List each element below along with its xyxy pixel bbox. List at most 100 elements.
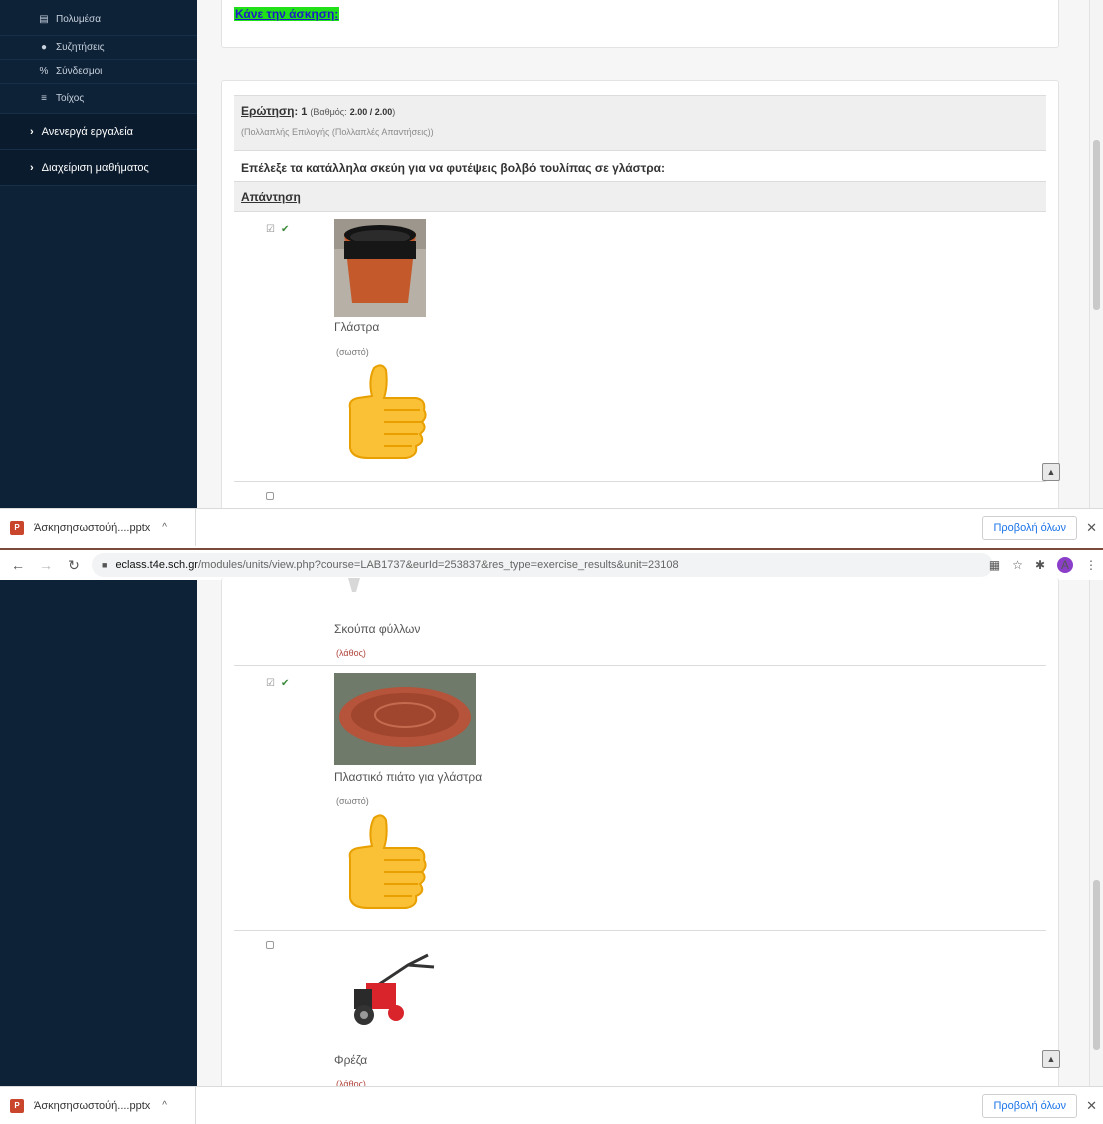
option-marks [266, 492, 274, 503]
answer-header: Απάντηση [234, 181, 1046, 212]
grade-value: 2.00 / 2.00 [349, 107, 393, 117]
extensions-icon[interactable]: ✱ [1035, 558, 1045, 572]
question-title: Ερώτηση: 1 (Βαθμός: 2.00 / 2.00) [241, 104, 396, 118]
check-icon: ✔ [280, 678, 290, 689]
sidebar [0, 580, 197, 1086]
option-marks [266, 941, 274, 952]
forward-arrow-icon[interactable]: → [36, 557, 56, 573]
list-icon: ≡ [41, 93, 47, 104]
lock-icon: ■ [102, 560, 108, 570]
grid-icon[interactable]: ▦ [989, 558, 1000, 572]
url-path: /modules/units/view.php?course=LAB1737&e… [197, 559, 679, 571]
comments-icon: ● [40, 42, 48, 53]
download-item[interactable]: P Άσκησησωστούή....pptx ^ [0, 509, 196, 546]
list-item: ☑ ✔ Γλάστρα (σωστό) [234, 212, 1046, 482]
flower-pot-image [334, 219, 426, 317]
chevron-up-icon[interactable]: ^ [162, 1100, 167, 1111]
scroll-to-top-button[interactable]: ▲ [1042, 1050, 1060, 1068]
show-all-button[interactable]: Προβολή όλων [982, 1093, 1077, 1118]
tiller-image [354, 953, 435, 1025]
checkbox-icon[interactable] [266, 941, 274, 949]
powerpoint-file-icon: P [10, 1098, 24, 1113]
question-label: Ερώτηση [241, 104, 295, 118]
checkbox-icon[interactable] [266, 492, 274, 500]
reload-icon[interactable]: ↻ [64, 557, 84, 574]
address-bar[interactable]: ■ eclass.t4e.sch.gr/modules/units/view.p… [92, 553, 993, 577]
chevron-up-icon[interactable]: ^ [162, 522, 167, 533]
option-result: (σωστό) [336, 796, 369, 806]
sidebar-section-label: Ανενεργά εργαλεία [41, 125, 134, 138]
option-result: (λάθος) [336, 648, 366, 658]
close-icon[interactable]: ✕ [1086, 520, 1097, 536]
sidebar-section-inactive-tools[interactable]: › Ανενεργά εργαλεία [0, 114, 197, 150]
sidebar-item-label: Πολυμέσα [56, 14, 101, 25]
sidebar-item-multimedia[interactable]: ▤ Πολυμέσα [0, 0, 197, 36]
checked-checkbox-icon: ☑ [266, 224, 275, 235]
plastic-plate-image [334, 673, 476, 765]
list-item: Σκούπα φύλλων (λάθος) [234, 578, 1046, 666]
question-card: Ερώτηση: 1 (Βαθμός: 2.00 / 2.00) (Πολλαπ… [221, 80, 1060, 520]
url-host: eclass.t4e.sch.gr [115, 559, 198, 571]
more-menu-icon[interactable]: ⋮ [1085, 558, 1097, 572]
option-marks: ☑ ✔ [266, 678, 289, 689]
checked-checkbox-icon: ☑ [266, 678, 275, 689]
sidebar-section-course-management[interactable]: › Διαχείριση μαθήματος [0, 150, 197, 186]
sidebar-item-label: Συζητήσεις [56, 42, 105, 53]
option-result: (σωστό) [336, 347, 369, 357]
download-file-name: Άσκησησωστούή....pptx [34, 521, 151, 534]
scroll-to-top-button[interactable]: ▲ [1042, 463, 1060, 481]
close-icon[interactable]: ✕ [1086, 1098, 1097, 1114]
chevron-right-icon: › [30, 161, 34, 174]
show-all-button[interactable]: Προβολή όλων [982, 515, 1077, 540]
link-icon: % [39, 66, 49, 77]
answer-label: Απάντηση [241, 190, 301, 204]
screenshot-top: ▤ Πολυμέσα ● Συζητήσεις % Σύνδεσμοι ≡ Το… [0, 0, 1103, 548]
chevron-right-icon: › [30, 125, 34, 138]
scrollbar[interactable] [1089, 0, 1103, 510]
question-header: Ερώτηση: 1 (Βαθμός: 2.00 / 2.00) (Πολλαπ… [234, 95, 1046, 151]
sidebar: ▤ Πολυμέσα ● Συζητήσεις % Σύνδεσμοι ≡ Το… [0, 0, 197, 510]
sidebar-item-discussions[interactable]: ● Συζητήσεις [0, 36, 197, 60]
scrollbar-thumb[interactable] [1093, 880, 1100, 1050]
back-arrow-icon[interactable]: ← [8, 557, 28, 573]
browser-toolbar: ← → ↻ ■ eclass.t4e.sch.gr/modules/units/… [0, 550, 1103, 580]
downloads-bar: P Άσκησησωστούή....pptx ^ Προβολή όλων ✕ [0, 508, 1103, 546]
star-icon[interactable]: ☆ [1012, 558, 1023, 572]
option-label: Σκούπα φύλλων [334, 622, 421, 636]
option-marks: ☑ ✔ [266, 224, 289, 235]
avatar[interactable]: A [1057, 557, 1073, 573]
screenshot-bottom: ← → ↻ ■ eclass.t4e.sch.gr/modules/units/… [0, 550, 1103, 1124]
download-file-name: Άσκησησωστούή....pptx [34, 1099, 151, 1112]
question-number: 1 [301, 106, 308, 118]
exercise-card: Κάνε την άσκηση: [221, 0, 1059, 48]
option-label: Πλαστικό πιάτο για γλάστρα [334, 770, 483, 784]
downloads-bar: P Άσκησησωστούή....pptx ^ Προβολή όλων ✕ [0, 1086, 1103, 1124]
option-label: Γλάστρα [334, 320, 380, 334]
sidebar-item-wall[interactable]: ≡ Τοίχος [0, 84, 197, 114]
question-text: Επέλεξε τα κατάλληλα σκεύη για να φυτέψε… [241, 161, 666, 175]
sidebar-item-label: Τοίχος [56, 93, 85, 104]
powerpoint-file-icon: P [10, 520, 24, 535]
option-label: Φρέζα [334, 1053, 368, 1067]
main-content: Κάνε την άσκηση: Ερώτηση: 1 (Βαθμός: 2.0… [197, 0, 1089, 520]
sidebar-section-label: Διαχείριση μαθήματος [41, 161, 149, 174]
list-item: ☑ ✔ Πλαστικό πιάτο για γλάστρα (σωστό) [234, 666, 1046, 931]
list-item: Φρέζα (λάθος) [234, 931, 1046, 1101]
check-icon: ✔ [280, 224, 290, 235]
question-type: (Πολλαπλής Επιλογής (Πολλαπλές Απαντήσει… [241, 127, 434, 137]
question-card: Σκούπα φύλλων (λάθος) ☑ ✔ Πλαστικό πιάτο … [221, 578, 1060, 1101]
scrollbar-thumb[interactable] [1093, 140, 1100, 310]
arrow-up-icon: ▲ [1046, 467, 1056, 477]
main-content: Σκούπα φύλλων (λάθος) ☑ ✔ Πλαστικό πιάτο … [197, 578, 1089, 1098]
grade-suffix: ) [392, 107, 396, 117]
toolbar-icons: ▦ ☆ ✱ A ⋮ [989, 557, 1097, 573]
leaf-broom-image [348, 578, 360, 592]
film-icon: ▤ [39, 14, 49, 25]
exercise-link[interactable]: Κάνε την άσκηση: [234, 7, 340, 21]
download-item[interactable]: P Άσκησησωστούή....pptx ^ [0, 1087, 196, 1124]
sidebar-item-label: Σύνδεσμοι [56, 66, 103, 77]
sidebar-item-links[interactable]: % Σύνδεσμοι [0, 60, 197, 84]
arrow-up-icon: ▲ [1046, 1054, 1056, 1064]
scrollbar[interactable] [1089, 580, 1103, 1086]
thumbs-up-icon [338, 812, 430, 915]
